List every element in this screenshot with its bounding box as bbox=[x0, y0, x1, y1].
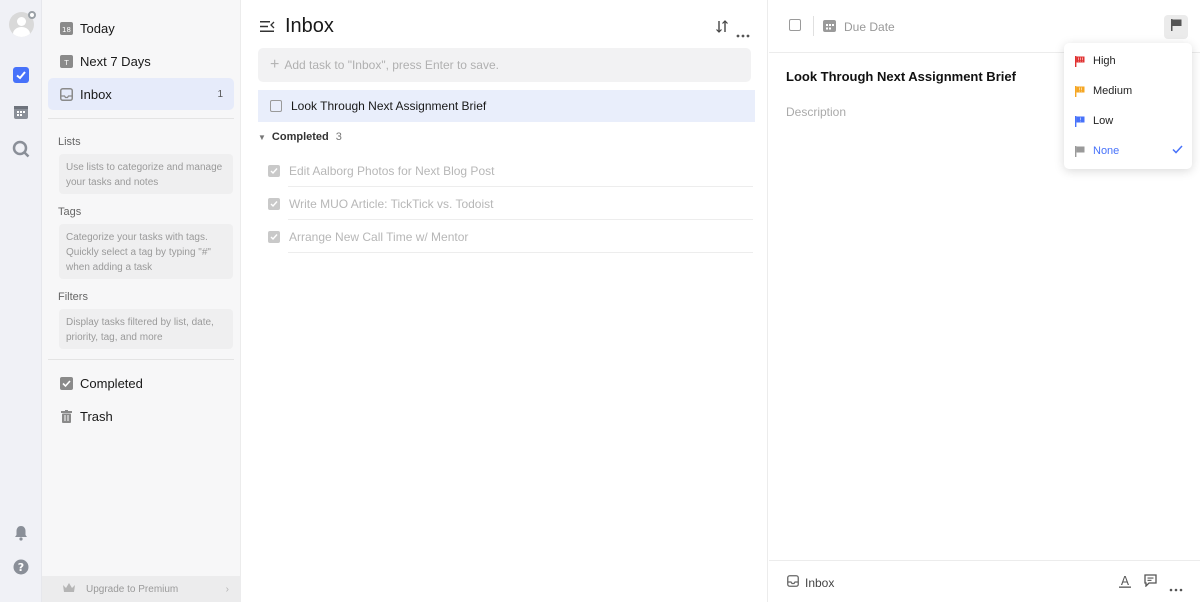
svg-text:T: T bbox=[63, 59, 69, 67]
priority-option-low[interactable]: ! Low bbox=[1064, 106, 1192, 136]
sidebar-item-label: Inbox bbox=[80, 86, 112, 102]
completed-section-header[interactable]: ▼ Completed 3 bbox=[258, 131, 342, 143]
priority-option-high[interactable]: !!! High bbox=[1064, 46, 1192, 76]
description-field[interactable]: Description bbox=[786, 105, 846, 119]
lists-hint: Use lists to categorize and manage your … bbox=[59, 154, 233, 194]
priority-option-medium[interactable]: !! Medium bbox=[1064, 76, 1192, 106]
inbox-icon bbox=[60, 87, 73, 101]
inbox-icon bbox=[787, 575, 799, 590]
task-detail-title[interactable]: Look Through Next Assignment Brief bbox=[786, 69, 1016, 84]
chevron-right-icon: › bbox=[225, 583, 229, 595]
svg-text:!!: !! bbox=[1078, 87, 1082, 93]
bell-icon[interactable] bbox=[12, 524, 30, 542]
completed-count: 3 bbox=[335, 131, 342, 143]
flag-medium-icon: !! bbox=[1075, 85, 1085, 97]
more-options-icon[interactable] bbox=[1169, 579, 1183, 597]
flag-low-icon: ! bbox=[1075, 115, 1085, 127]
page-title: Inbox bbox=[285, 15, 334, 37]
task-row[interactable]: Look Through Next Assignment Brief bbox=[258, 90, 755, 122]
detail-footer: Inbox A bbox=[769, 560, 1200, 602]
completed-task-title: Edit Aalborg Photos for Next Blog Post bbox=[289, 163, 495, 178]
detail-checkbox[interactable] bbox=[789, 19, 801, 31]
priority-option-label: Medium bbox=[1093, 85, 1133, 97]
add-task-input[interactable]: + Add task to "Inbox", press Enter to sa… bbox=[258, 48, 751, 82]
priority-option-none[interactable]: None bbox=[1064, 136, 1192, 166]
flag-icon bbox=[1170, 18, 1182, 36]
task-checkbox[interactable] bbox=[270, 100, 282, 112]
task-list-panel: Inbox + Add task to "Inbox", press Enter… bbox=[242, 0, 768, 602]
sidebar-item-label: Today bbox=[80, 20, 115, 36]
completed-task-title: Write MUO Article: TickTick vs. Todoist bbox=[289, 196, 494, 211]
calendar-18-icon: 18 bbox=[60, 21, 73, 35]
priority-flag-button[interactable] bbox=[1164, 15, 1188, 39]
sidebar-item-label: Completed bbox=[80, 375, 143, 391]
completed-task-row[interactable]: Edit Aalborg Photos for Next Blog Post bbox=[268, 154, 753, 187]
sidebar-item-trash[interactable]: Trash bbox=[48, 400, 234, 432]
filters-section-title[interactable]: Filters bbox=[58, 291, 88, 303]
more-options-icon[interactable] bbox=[736, 25, 750, 43]
priority-dropdown: !!! High !! Medium ! Low None bbox=[1064, 43, 1192, 169]
sort-icon[interactable] bbox=[716, 20, 728, 38]
inbox-count-badge: 1 bbox=[217, 88, 223, 100]
sidebar-item-today[interactable]: 18 Today bbox=[48, 12, 234, 44]
due-date-button[interactable]: Due Date bbox=[823, 19, 895, 35]
checked-checkbox[interactable] bbox=[268, 230, 280, 243]
svg-text:18: 18 bbox=[62, 26, 71, 34]
help-icon[interactable]: ? bbox=[12, 558, 30, 576]
list-name: Inbox bbox=[805, 575, 835, 590]
calendar-icon[interactable] bbox=[12, 103, 30, 121]
checkmark-icon bbox=[1172, 145, 1183, 157]
add-task-placeholder: Add task to "Inbox", press Enter to save… bbox=[284, 58, 499, 72]
collapse-sidebar-icon[interactable] bbox=[260, 20, 275, 38]
crown-icon bbox=[62, 582, 76, 596]
svg-text:!!!: !!! bbox=[1077, 57, 1083, 63]
divider bbox=[48, 118, 234, 119]
completed-task-title: Arrange New Call Time w/ Mentor bbox=[289, 229, 469, 244]
task-title: Look Through Next Assignment Brief bbox=[291, 99, 487, 113]
tags-hint: Categorize your tasks with tags. Quickly… bbox=[59, 224, 233, 279]
sidebar-item-completed[interactable]: Completed bbox=[48, 367, 234, 399]
sidebar-item-next-7-days[interactable]: T Next 7 Days bbox=[48, 45, 234, 77]
completed-task-row[interactable]: Write MUO Article: TickTick vs. Todoist bbox=[268, 187, 753, 220]
sidebar-item-inbox[interactable]: Inbox 1 bbox=[48, 78, 234, 110]
flag-none-icon bbox=[1075, 145, 1085, 157]
flag-high-icon: !!! bbox=[1075, 55, 1085, 67]
svg-text:A: A bbox=[1121, 574, 1130, 588]
trash-icon bbox=[60, 409, 73, 423]
comment-icon[interactable] bbox=[1144, 574, 1157, 592]
completed-icon bbox=[60, 376, 73, 390]
filters-hint: Display tasks filtered by list, date, pr… bbox=[59, 309, 233, 349]
calendar-icon bbox=[823, 19, 836, 35]
sidebar-item-label: Trash bbox=[80, 408, 113, 424]
priority-option-label: None bbox=[1093, 145, 1120, 157]
svg-text:!: ! bbox=[1079, 117, 1081, 123]
sidebar: 18 Today T Next 7 Days Inbox 1 Lists Use… bbox=[42, 0, 241, 602]
sidebar-item-label: Next 7 Days bbox=[80, 53, 151, 69]
svg-text:?: ? bbox=[18, 561, 24, 574]
search-icon[interactable] bbox=[12, 140, 30, 158]
due-date-label: Due Date bbox=[844, 20, 895, 34]
left-rail: ? bbox=[0, 0, 42, 602]
plus-icon: + bbox=[270, 56, 280, 73]
tasks-icon[interactable] bbox=[12, 66, 30, 84]
text-format-icon[interactable]: A bbox=[1119, 574, 1131, 593]
avatar-badge-icon bbox=[28, 11, 36, 19]
priority-option-label: Low bbox=[1093, 115, 1114, 127]
chevron-down-icon: ▼ bbox=[258, 132, 266, 142]
completed-section-label: Completed bbox=[271, 131, 329, 143]
lists-section-title[interactable]: Lists bbox=[58, 136, 81, 148]
list-selector[interactable]: Inbox bbox=[787, 575, 834, 590]
priority-option-label: High bbox=[1093, 55, 1116, 67]
divider bbox=[48, 359, 234, 360]
completed-task-row[interactable]: Arrange New Call Time w/ Mentor bbox=[268, 220, 753, 253]
checked-checkbox[interactable] bbox=[268, 164, 280, 177]
tags-section-title[interactable]: Tags bbox=[58, 206, 81, 218]
upgrade-premium-button[interactable]: Upgrade to Premium › bbox=[42, 576, 241, 602]
calendar-7-icon: T bbox=[60, 54, 73, 68]
checked-checkbox[interactable] bbox=[268, 197, 280, 210]
upgrade-premium-label: Upgrade to Premium bbox=[86, 583, 179, 595]
